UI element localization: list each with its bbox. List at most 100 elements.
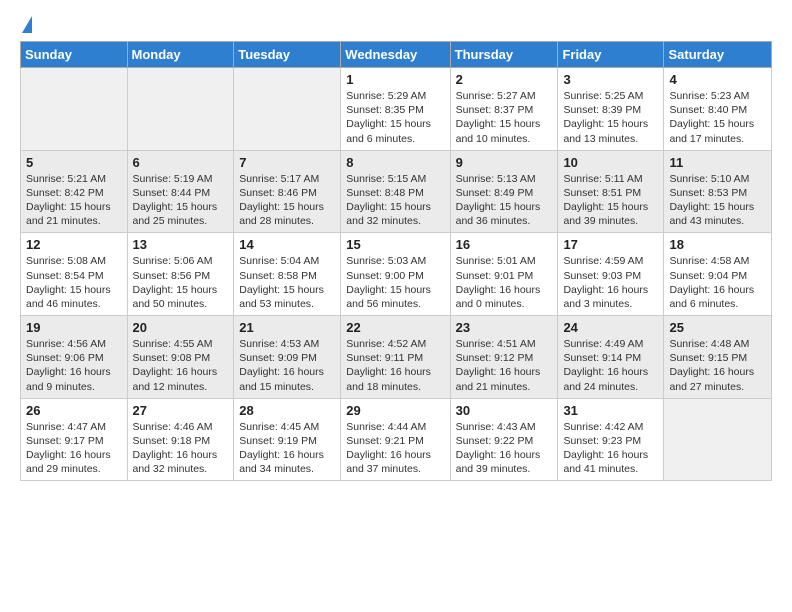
day-info: Sunrise: 4:55 AM Sunset: 9:08 PM Dayligh… — [133, 337, 229, 394]
day-info: Sunrise: 5:03 AM Sunset: 9:00 PM Dayligh… — [346, 254, 444, 311]
calendar-cell: 14Sunrise: 5:04 AM Sunset: 8:58 PM Dayli… — [234, 233, 341, 316]
day-number: 13 — [133, 237, 229, 252]
calendar-week-row: 1 Sunrise: 5:29 AM Sunset: 8:35 PM Daylig… — [21, 68, 772, 151]
day-number: 20 — [133, 320, 229, 335]
day-number: 27 — [133, 403, 229, 418]
day-info: Sunrise: 4:59 AM Sunset: 9:03 PM Dayligh… — [563, 254, 658, 311]
day-info: Sunrise: 5:21 AM Sunset: 8:42 PM Dayligh… — [26, 172, 122, 229]
calendar-cell: 20 Sunrise: 4:55 AM Sunset: 9:08 PM Dayli… — [127, 316, 234, 399]
day-number: 28 — [239, 403, 335, 418]
day-number: 5 — [26, 155, 122, 170]
calendar-cell: 24 Sunrise: 4:49 AM Sunset: 9:14 PM Dayli… — [558, 316, 664, 399]
day-info: Sunrise: 5:19 AM Sunset: 8:44 PM Dayligh… — [133, 172, 229, 229]
calendar-cell: 22 Sunrise: 4:52 AM Sunset: 9:11 PM Dayli… — [341, 316, 450, 399]
calendar-cell: 13 Sunrise: 5:06 AM Sunset: 8:56 PM Dayli… — [127, 233, 234, 316]
day-number: 8 — [346, 155, 444, 170]
day-info: Sunrise: 4:42 AM Sunset: 9:23 PM Dayligh… — [563, 420, 658, 477]
day-info: Sunrise: 5:10 AM Sunset: 8:53 PM Dayligh… — [669, 172, 766, 229]
logo — [20, 16, 32, 33]
calendar-header-saturday: Saturday — [664, 42, 772, 68]
calendar-cell: 7 Sunrise: 5:17 AM Sunset: 8:46 PM Daylig… — [234, 150, 341, 233]
calendar-cell — [21, 68, 128, 151]
day-info: Sunrise: 5:25 AM Sunset: 8:39 PM Dayligh… — [563, 89, 658, 146]
day-info: Sunrise: 4:58 AM Sunset: 9:04 PM Dayligh… — [669, 254, 766, 311]
calendar-cell: 21 Sunrise: 4:53 AM Sunset: 9:09 PM Dayli… — [234, 316, 341, 399]
day-info: Sunrise: 4:49 AM Sunset: 9:14 PM Dayligh… — [563, 337, 658, 394]
day-number: 4 — [669, 72, 766, 87]
calendar-cell: 15 Sunrise: 5:03 AM Sunset: 9:00 PM Dayli… — [341, 233, 450, 316]
calendar-cell: 3 Sunrise: 5:25 AM Sunset: 8:39 PM Daylig… — [558, 68, 664, 151]
day-number: 2 — [456, 72, 553, 87]
day-info: Sunrise: 5:29 AM Sunset: 8:35 PM Dayligh… — [346, 89, 444, 146]
calendar-cell: 6 Sunrise: 5:19 AM Sunset: 8:44 PM Daylig… — [127, 150, 234, 233]
day-number: 15 — [346, 237, 444, 252]
day-number: 11 — [669, 155, 766, 170]
day-info: Sunrise: 4:51 AM Sunset: 9:12 PM Dayligh… — [456, 337, 553, 394]
day-number: 3 — [563, 72, 658, 87]
calendar-week-row: 26 Sunrise: 4:47 AM Sunset: 9:17 PM Dayli… — [21, 398, 772, 481]
calendar-cell: 27Sunrise: 4:46 AM Sunset: 9:18 PM Dayli… — [127, 398, 234, 481]
day-number: 9 — [456, 155, 553, 170]
calendar-cell: 19 Sunrise: 4:56 AM Sunset: 9:06 PM Dayli… — [21, 316, 128, 399]
calendar-header-thursday: Thursday — [450, 42, 558, 68]
calendar-cell — [234, 68, 341, 151]
calendar-cell: 30 Sunrise: 4:43 AM Sunset: 9:22 PM Dayli… — [450, 398, 558, 481]
day-number: 26 — [26, 403, 122, 418]
day-info: Sunrise: 5:23 AM Sunset: 8:40 PM Dayligh… — [669, 89, 766, 146]
calendar-week-row: 5 Sunrise: 5:21 AM Sunset: 8:42 PM Daylig… — [21, 150, 772, 233]
day-info: Sunrise: 4:52 AM Sunset: 9:11 PM Dayligh… — [346, 337, 444, 394]
calendar-cell — [664, 398, 772, 481]
day-number: 6 — [133, 155, 229, 170]
calendar-cell: 11 Sunrise: 5:10 AM Sunset: 8:53 PM Dayli… — [664, 150, 772, 233]
day-number: 23 — [456, 320, 553, 335]
calendar-cell: 5 Sunrise: 5:21 AM Sunset: 8:42 PM Daylig… — [21, 150, 128, 233]
calendar-table: SundayMondayTuesdayWednesdayThursdayFrid… — [20, 41, 772, 481]
day-number: 21 — [239, 320, 335, 335]
calendar-cell: 4 Sunrise: 5:23 AM Sunset: 8:40 PM Daylig… — [664, 68, 772, 151]
calendar-cell: 10 Sunrise: 5:11 AM Sunset: 8:51 PM Dayli… — [558, 150, 664, 233]
day-info: Sunrise: 5:06 AM Sunset: 8:56 PM Dayligh… — [133, 254, 229, 311]
calendar-cell: 28Sunrise: 4:45 AM Sunset: 9:19 PM Dayli… — [234, 398, 341, 481]
calendar-header-monday: Monday — [127, 42, 234, 68]
calendar-week-row: 12Sunrise: 5:08 AM Sunset: 8:54 PM Dayli… — [21, 233, 772, 316]
calendar-header-tuesday: Tuesday — [234, 42, 341, 68]
day-info: Sunrise: 5:01 AM Sunset: 9:01 PM Dayligh… — [456, 254, 553, 311]
calendar-cell: 12Sunrise: 5:08 AM Sunset: 8:54 PM Dayli… — [21, 233, 128, 316]
day-number: 16 — [456, 237, 553, 252]
day-info: Sunrise: 4:53 AM Sunset: 9:09 PM Dayligh… — [239, 337, 335, 394]
calendar-cell: 1 Sunrise: 5:29 AM Sunset: 8:35 PM Daylig… — [341, 68, 450, 151]
day-info: Sunrise: 5:11 AM Sunset: 8:51 PM Dayligh… — [563, 172, 658, 229]
calendar-header-row: SundayMondayTuesdayWednesdayThursdayFrid… — [21, 42, 772, 68]
day-number: 30 — [456, 403, 553, 418]
day-info: Sunrise: 4:56 AM Sunset: 9:06 PM Dayligh… — [26, 337, 122, 394]
day-info: Sunrise: 5:13 AM Sunset: 8:49 PM Dayligh… — [456, 172, 553, 229]
calendar-cell: 18Sunrise: 4:58 AM Sunset: 9:04 PM Dayli… — [664, 233, 772, 316]
day-number: 22 — [346, 320, 444, 335]
day-info: Sunrise: 5:04 AM Sunset: 8:58 PM Dayligh… — [239, 254, 335, 311]
day-info: Sunrise: 5:27 AM Sunset: 8:37 PM Dayligh… — [456, 89, 553, 146]
calendar-cell: 23 Sunrise: 4:51 AM Sunset: 9:12 PM Dayli… — [450, 316, 558, 399]
calendar-cell: 2 Sunrise: 5:27 AM Sunset: 8:37 PM Daylig… — [450, 68, 558, 151]
day-info: Sunrise: 5:17 AM Sunset: 8:46 PM Dayligh… — [239, 172, 335, 229]
day-number: 10 — [563, 155, 658, 170]
calendar-cell: 26 Sunrise: 4:47 AM Sunset: 9:17 PM Dayli… — [21, 398, 128, 481]
day-info: Sunrise: 5:08 AM Sunset: 8:54 PM Dayligh… — [26, 254, 122, 311]
calendar-cell: 17Sunrise: 4:59 AM Sunset: 9:03 PM Dayli… — [558, 233, 664, 316]
calendar-cell: 16 Sunrise: 5:01 AM Sunset: 9:01 PM Dayli… — [450, 233, 558, 316]
calendar-cell — [127, 68, 234, 151]
calendar-header-friday: Friday — [558, 42, 664, 68]
day-number: 1 — [346, 72, 444, 87]
header — [20, 16, 772, 33]
day-info: Sunrise: 4:47 AM Sunset: 9:17 PM Dayligh… — [26, 420, 122, 477]
calendar-cell: 25 Sunrise: 4:48 AM Sunset: 9:15 PM Dayli… — [664, 316, 772, 399]
day-number: 24 — [563, 320, 658, 335]
day-info: Sunrise: 4:48 AM Sunset: 9:15 PM Dayligh… — [669, 337, 766, 394]
day-number: 25 — [669, 320, 766, 335]
day-info: Sunrise: 4:44 AM Sunset: 9:21 PM Dayligh… — [346, 420, 444, 477]
day-info: Sunrise: 5:15 AM Sunset: 8:48 PM Dayligh… — [346, 172, 444, 229]
day-info: Sunrise: 4:43 AM Sunset: 9:22 PM Dayligh… — [456, 420, 553, 477]
calendar-cell: 31Sunrise: 4:42 AM Sunset: 9:23 PM Dayli… — [558, 398, 664, 481]
day-number: 29 — [346, 403, 444, 418]
day-number: 7 — [239, 155, 335, 170]
day-number: 19 — [26, 320, 122, 335]
